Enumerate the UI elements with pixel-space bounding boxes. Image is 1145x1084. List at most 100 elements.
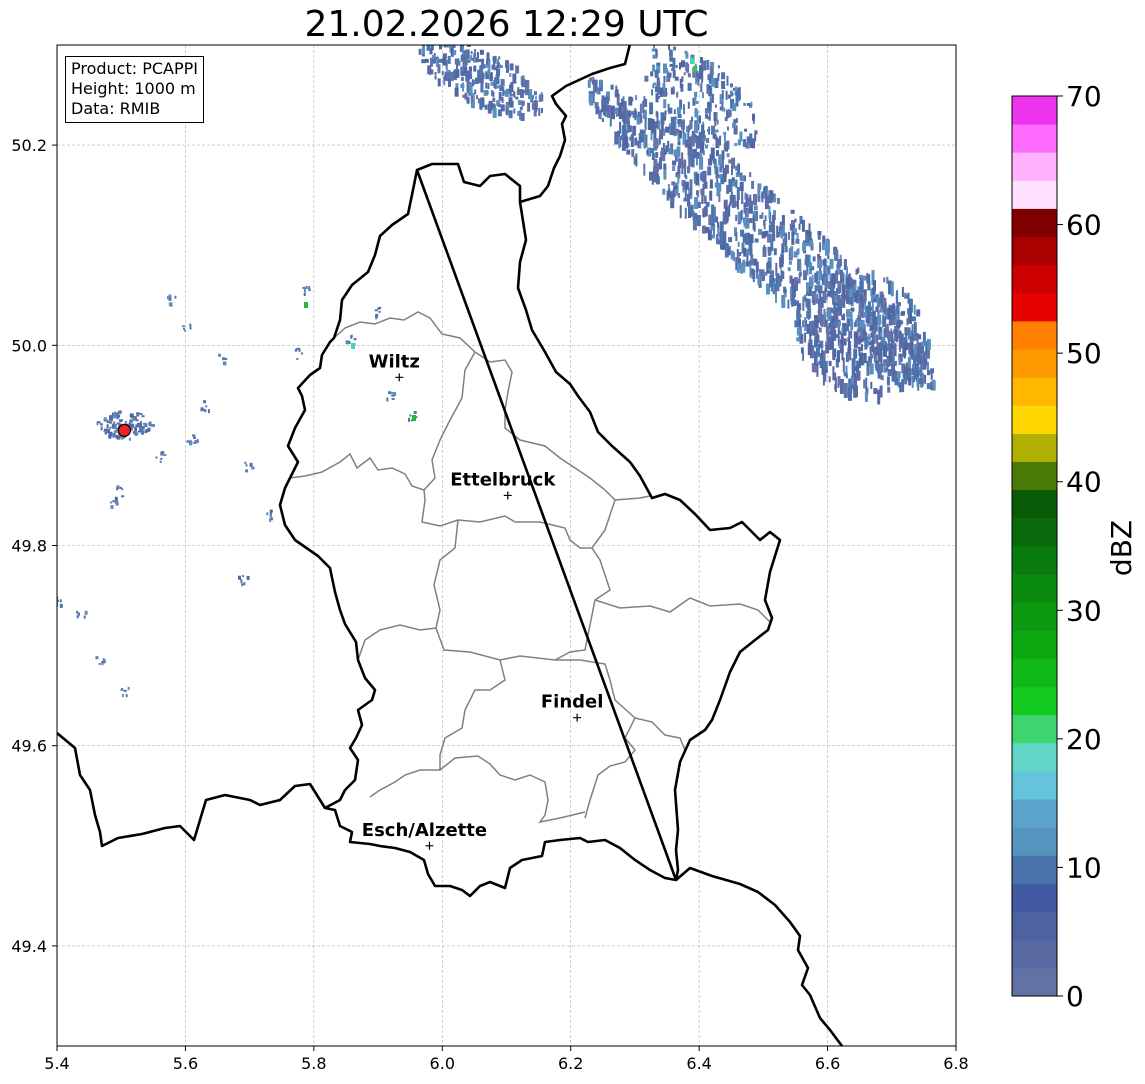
echo-pixel bbox=[754, 133, 757, 142]
echo-pixel bbox=[498, 104, 503, 108]
echo-pixel bbox=[174, 295, 177, 299]
x-tick-label: 5.4 bbox=[44, 1054, 69, 1073]
echo-pixel bbox=[818, 270, 823, 281]
echo-pixel bbox=[732, 103, 737, 112]
radar-map: Wiltz Ettelbruck Findel Esch/Alzette 5.4 5.6… bbox=[11, 44, 1138, 1073]
echo-pixel bbox=[819, 304, 822, 311]
echo-pixel bbox=[848, 273, 851, 281]
echo-pixel bbox=[743, 139, 747, 148]
echo-pixel bbox=[812, 256, 816, 262]
echo-pixel bbox=[434, 75, 437, 80]
echo-pixel bbox=[644, 117, 647, 131]
echo-pixel bbox=[715, 138, 720, 149]
echo-pixel bbox=[745, 232, 749, 245]
echo-pixel bbox=[927, 370, 931, 376]
x-tick-label: 5.8 bbox=[301, 1054, 326, 1073]
echo-pixel bbox=[815, 297, 819, 304]
echo-pixel bbox=[145, 429, 149, 432]
echo-pixel bbox=[515, 96, 519, 100]
echo-pixel bbox=[901, 379, 905, 393]
echo-pixel bbox=[727, 94, 731, 99]
echo-pixel bbox=[817, 253, 821, 258]
echo-pixel bbox=[447, 72, 450, 82]
echo-pixel bbox=[764, 195, 769, 207]
echo-pixel bbox=[730, 83, 733, 88]
echo-pixel bbox=[139, 421, 142, 426]
echo-pixel bbox=[869, 325, 874, 331]
echo-pixel bbox=[160, 457, 163, 460]
echo-pixel bbox=[711, 204, 715, 213]
echo-pixel bbox=[828, 376, 831, 383]
echo-pixel bbox=[203, 400, 206, 404]
echo-pixel bbox=[726, 75, 729, 86]
echo-pixel bbox=[838, 259, 843, 266]
echo-pixel bbox=[850, 376, 854, 385]
colorbar-segment bbox=[1012, 489, 1057, 519]
echo-pixel bbox=[744, 128, 748, 132]
echo-pixel bbox=[673, 109, 676, 115]
echo-pixel bbox=[676, 91, 679, 98]
echo-pixel bbox=[763, 185, 768, 195]
echo-pixel bbox=[690, 188, 693, 197]
echo-pixel bbox=[734, 86, 737, 91]
echo-pixel bbox=[748, 243, 753, 252]
echo-pixel bbox=[791, 300, 794, 307]
echo-pixel bbox=[598, 110, 601, 119]
echo-pixel bbox=[818, 360, 821, 365]
echo-pixel bbox=[243, 582, 246, 586]
echo-pixel bbox=[799, 261, 802, 274]
echo-pixel bbox=[155, 456, 158, 459]
echo-pixel bbox=[460, 77, 464, 81]
echo-pixel bbox=[634, 108, 637, 121]
echo-pixel bbox=[533, 110, 537, 117]
x-tick-label: 6.6 bbox=[815, 1054, 840, 1073]
echo-pixel bbox=[496, 62, 500, 67]
echo-pixel bbox=[305, 286, 308, 289]
echo-pixel bbox=[877, 314, 882, 325]
echo-pixel bbox=[652, 54, 657, 59]
echo-pixel bbox=[788, 231, 790, 240]
echo-pixel bbox=[694, 197, 699, 209]
echo-pixel bbox=[744, 192, 747, 200]
echo-pixel bbox=[824, 312, 827, 317]
echo-pixel bbox=[437, 78, 441, 87]
echo-pixel bbox=[671, 181, 676, 186]
echo-pixel bbox=[525, 85, 529, 96]
echo-pixel bbox=[95, 656, 99, 660]
echo-pixel bbox=[160, 451, 164, 456]
echo-pixel bbox=[629, 111, 634, 116]
x-tick-label: 6.0 bbox=[430, 1054, 455, 1073]
echo-pixel bbox=[685, 52, 689, 59]
echo-pixel bbox=[689, 179, 693, 189]
echo-pixel bbox=[123, 689, 127, 692]
echo-pixel bbox=[418, 48, 422, 55]
echo-pixel bbox=[798, 273, 801, 284]
echo-pixel bbox=[880, 350, 883, 366]
echo-pixel bbox=[100, 426, 103, 431]
x-tick-label: 6.2 bbox=[558, 1054, 583, 1073]
echo-pixel bbox=[84, 610, 88, 615]
x-tick-label: 6.4 bbox=[686, 1054, 711, 1073]
echo-pixel bbox=[118, 411, 122, 415]
echo-pixel bbox=[859, 352, 864, 366]
echo-pixel bbox=[865, 319, 870, 323]
echo-pixel bbox=[780, 230, 785, 235]
echo-pixel bbox=[672, 66, 676, 70]
echo-pixel bbox=[653, 158, 658, 172]
echo-pixel bbox=[789, 286, 792, 294]
echo-pixel bbox=[644, 75, 649, 82]
echo-pixel bbox=[750, 254, 754, 266]
echo-pixel bbox=[603, 96, 608, 104]
echo-pixel bbox=[874, 350, 876, 363]
echo-pixel bbox=[132, 431, 136, 434]
echo-pixel bbox=[821, 243, 825, 251]
echo-pixel bbox=[437, 64, 441, 74]
echo-pixel bbox=[870, 354, 874, 359]
echo-pixel bbox=[817, 231, 822, 235]
echo-pixel bbox=[677, 114, 682, 118]
echo-pixel bbox=[222, 357, 225, 361]
echo-pixel bbox=[167, 296, 169, 300]
echo-pixel bbox=[791, 231, 795, 245]
echo-pixel bbox=[872, 339, 875, 353]
echo-pixel bbox=[673, 46, 677, 51]
